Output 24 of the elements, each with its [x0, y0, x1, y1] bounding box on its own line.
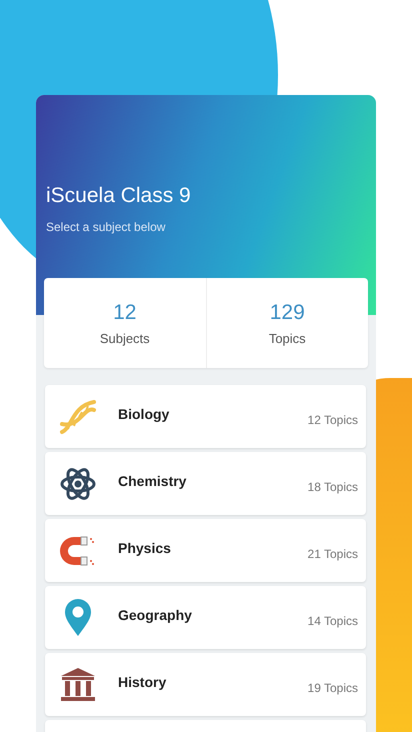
subject-row[interactable]: Chemistry 18 Topics: [45, 452, 366, 515]
stat-value: 129: [270, 300, 305, 324]
topic-count: 21 Topics: [308, 546, 358, 560]
subject-name: Chemistry: [118, 472, 188, 488]
subject-name: Physics: [118, 540, 172, 556]
subject-name: Geography: [118, 606, 193, 622]
subject-row[interactable]: Physics 21 Topics: [45, 519, 366, 582]
topic-count: 14 Topics: [308, 614, 358, 628]
subject-row[interactable]: History 19 Topics: [45, 653, 366, 716]
stat-value: 12: [113, 300, 136, 324]
topic-count: 18 Topics: [308, 480, 358, 494]
magnet-icon: [59, 534, 97, 568]
stat-label: Subjects: [100, 330, 150, 346]
subject-row[interactable]: Geography 14 Topics: [45, 586, 366, 649]
location-pin-icon: [64, 598, 92, 636]
app-title: iScuela Class 9: [46, 184, 192, 208]
stat-label: Topics: [268, 330, 306, 346]
subject-name: Biology: [118, 406, 170, 422]
topic-count: 12 Topics: [308, 412, 358, 426]
museum-icon: [60, 666, 96, 702]
subtitle: Select a subject below: [46, 220, 166, 234]
subject-row[interactable]: Biology 12 Topics: [45, 385, 366, 448]
topic-count: 19 Topics: [308, 680, 358, 694]
subject-name: History: [118, 674, 168, 690]
